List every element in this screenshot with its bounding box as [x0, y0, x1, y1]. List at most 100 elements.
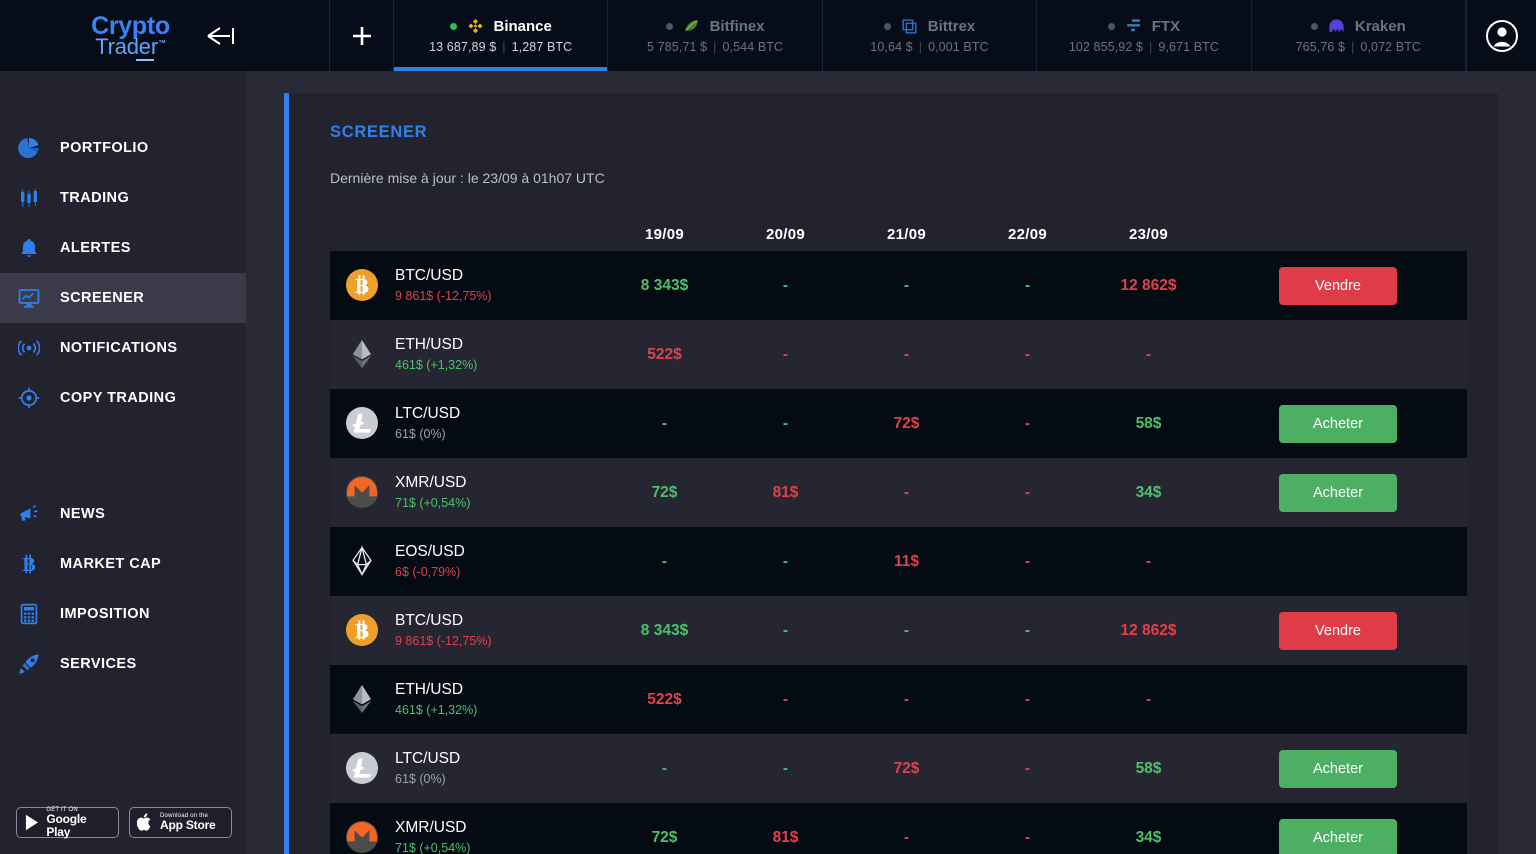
monero-icon — [346, 821, 378, 853]
buy-button[interactable]: Acheter — [1279, 473, 1397, 512]
price-cell: - — [1145, 345, 1152, 363]
price-cell: 522$ — [647, 345, 682, 363]
target-icon — [18, 387, 40, 409]
column-header-date: 19/09 — [644, 225, 685, 243]
app-store-badge[interactable]: Download on the App Store — [129, 807, 232, 838]
action-cell: Vendre — [1209, 611, 1467, 650]
last-update-text: Dernière mise à jour : le 23/09 à 01h07 … — [330, 170, 605, 186]
pair-text: LTC/USD 61$ (0%) — [395, 749, 460, 787]
table-row[interactable]: LTC/USD 61$ (0%) - - 72$ - 58$ Acheter — [330, 734, 1467, 803]
table-row[interactable]: BTC/USD 9 861$ (-12,75%) 8 343$ - - - 12 862$ V… — [330, 596, 1467, 665]
sidebar-item-market-cap[interactable]: B MARKET CAP — [0, 539, 246, 589]
price-cell: 72$ — [651, 483, 678, 501]
price-cell: - — [661, 552, 668, 570]
buy-button[interactable]: Acheter — [1279, 818, 1397, 854]
sell-button[interactable]: Vendre — [1279, 611, 1397, 650]
bitcoin-b-icon: B — [18, 553, 40, 575]
exchange-fiat-balance: 5 785,71 $ — [647, 40, 708, 54]
price-cell: - — [782, 552, 789, 570]
exchange-name: FTX — [1151, 18, 1181, 35]
sidebar-item-services[interactable]: SERVICES — [0, 639, 246, 689]
ethereum-icon — [346, 338, 378, 370]
sidebar-item-copy-trading[interactable]: COPY TRADING — [0, 373, 246, 423]
pair-symbol: LTC/USD — [395, 405, 461, 423]
price-cell: - — [903, 483, 910, 501]
table-row[interactable]: XMR/USD 71$ (+0,54%) 72$ 81$ - - 34$ Acheter — [330, 458, 1467, 527]
table-header-row: 19/09 20/09 21/09 22/09 23/09 — [330, 217, 1467, 251]
bell-icon — [18, 237, 40, 259]
price-cell: - — [1024, 690, 1031, 708]
pair-cell: BTC/USD 9 861$ (-12,75%) — [330, 266, 604, 304]
price-cell: 81$ — [772, 483, 799, 501]
app-logo: Crypto Trader™ — [91, 13, 170, 61]
add-exchange-tab-button[interactable] — [330, 0, 394, 71]
sidebar-item-screener[interactable]: SCREENER — [0, 273, 246, 323]
action-cell: Acheter — [1209, 749, 1467, 788]
sidebar-item-trading[interactable]: TRADING — [0, 173, 246, 223]
apple-icon — [137, 813, 151, 831]
action-cell: Acheter — [1209, 473, 1467, 512]
profile-button[interactable] — [1466, 0, 1536, 71]
exchange-tab-header: Bitfinex — [665, 17, 765, 36]
google-play-badge[interactable]: GET IT ON Google Play — [16, 807, 119, 838]
price-cell: 522$ — [647, 690, 682, 708]
exchange-tab-header: FTX — [1107, 17, 1181, 36]
table-row[interactable]: ETH/USD 461$ (+1,32%) 522$ - - - - — [330, 665, 1467, 734]
table-row[interactable]: ETH/USD 461$ (+1,32%) 522$ - - - - — [330, 320, 1467, 389]
action-cell: Acheter — [1209, 404, 1467, 443]
broadcast-icon — [18, 337, 40, 359]
price-cell: 81$ — [772, 828, 799, 846]
collapse-left-icon[interactable] — [204, 19, 238, 53]
sidebar-item-label: NOTIFICATIONS — [60, 340, 178, 356]
price-cell: - — [1145, 552, 1152, 570]
binance-icon — [467, 18, 483, 34]
table-row[interactable]: BTC/USD 9 861$ (-12,75%) 8 343$ - - - 12 862$ V… — [330, 251, 1467, 320]
exchange-tab-binance[interactable]: Binance 13 687,89 $ | 1,287 BTC — [394, 0, 609, 71]
exchange-balance: 765,76 $ | 0,072 BTC — [1296, 40, 1421, 54]
price-cell: - — [1024, 759, 1031, 777]
page-title: SCREENER — [330, 123, 428, 141]
sidebar-item-alertes[interactable]: ALERTES — [0, 223, 246, 273]
action-cell: Vendre — [1209, 266, 1467, 305]
exchange-tab-bitfinex[interactable]: Bitfinex 5 785,71 $ | 0,544 BTC — [608, 0, 823, 71]
bitfinex-icon — [684, 20, 698, 31]
exchange-name: Kraken — [1354, 18, 1406, 35]
exchange-tab-bittrex[interactable]: Bittrex 10,64 $ | 0,001 BTC — [822, 0, 1038, 71]
sidebar-item-portfolio[interactable]: PORTFOLIO — [0, 123, 246, 173]
price-cell: - — [782, 414, 789, 432]
sidebar: PORTFOLIO TRADING ALERTES SCREENER NOTIF… — [0, 71, 246, 854]
status-dot-offline — [1107, 23, 1115, 30]
price-cell: - — [903, 690, 910, 708]
table-row[interactable]: EOS/USD 6$ (-0,79%) - - 11$ - - — [330, 527, 1467, 596]
brand-zone: Crypto Trader™ — [0, 0, 330, 71]
price-cell: - — [1024, 552, 1031, 570]
sidebar-item-imposition[interactable]: IMPOSITION — [0, 589, 246, 639]
table-row[interactable]: XMR/USD 71$ (+0,54%) 72$ 81$ - - 34$ Acheter — [330, 803, 1467, 854]
price-cell: - — [1145, 690, 1152, 708]
pair-price-change: 9 861$ (-12,75%) — [395, 634, 492, 649]
collapse-left-glyph — [207, 26, 234, 45]
table-row[interactable]: LTC/USD 61$ (0%) - - 72$ - 58$ Acheter — [330, 389, 1467, 458]
buy-button[interactable]: Acheter — [1279, 404, 1397, 443]
sidebar-item-label: PORTFOLIO — [60, 140, 149, 156]
pair-symbol: ETH/USD — [395, 681, 464, 699]
buy-button[interactable]: Acheter — [1279, 749, 1397, 788]
rocket-icon — [18, 653, 40, 675]
app-store-badge-text: Download on the App Store — [160, 813, 216, 832]
sell-button[interactable]: Vendre — [1279, 266, 1397, 305]
exchange-tab-kraken[interactable]: Kraken 765,76 $ | 0,072 BTC — [1251, 0, 1467, 71]
exchange-tab-ftx[interactable]: FTX 102 855,92 $ | 9,671 BTC — [1037, 0, 1252, 71]
exchange-btc-balance: 1,287 BTC — [511, 40, 573, 54]
monero-icon — [346, 476, 378, 508]
bitcoin-icon — [346, 269, 378, 301]
ftx-icon — [1126, 19, 1140, 32]
sidebar-item-label: SERVICES — [60, 656, 137, 672]
pair-price-change: 461$ (+1,32%) — [395, 703, 478, 718]
price-cell: - — [661, 759, 668, 777]
sidebar-item-notifications[interactable]: NOTIFICATIONS — [0, 323, 246, 373]
store-badge-big: App Store — [160, 818, 216, 833]
sidebar-item-news[interactable]: NEWS — [0, 489, 246, 539]
logo-line-2-text: Trader — [95, 33, 158, 59]
pair-symbol: EOS/USD — [395, 543, 465, 561]
sidebar-item-label: SCREENER — [60, 290, 145, 306]
